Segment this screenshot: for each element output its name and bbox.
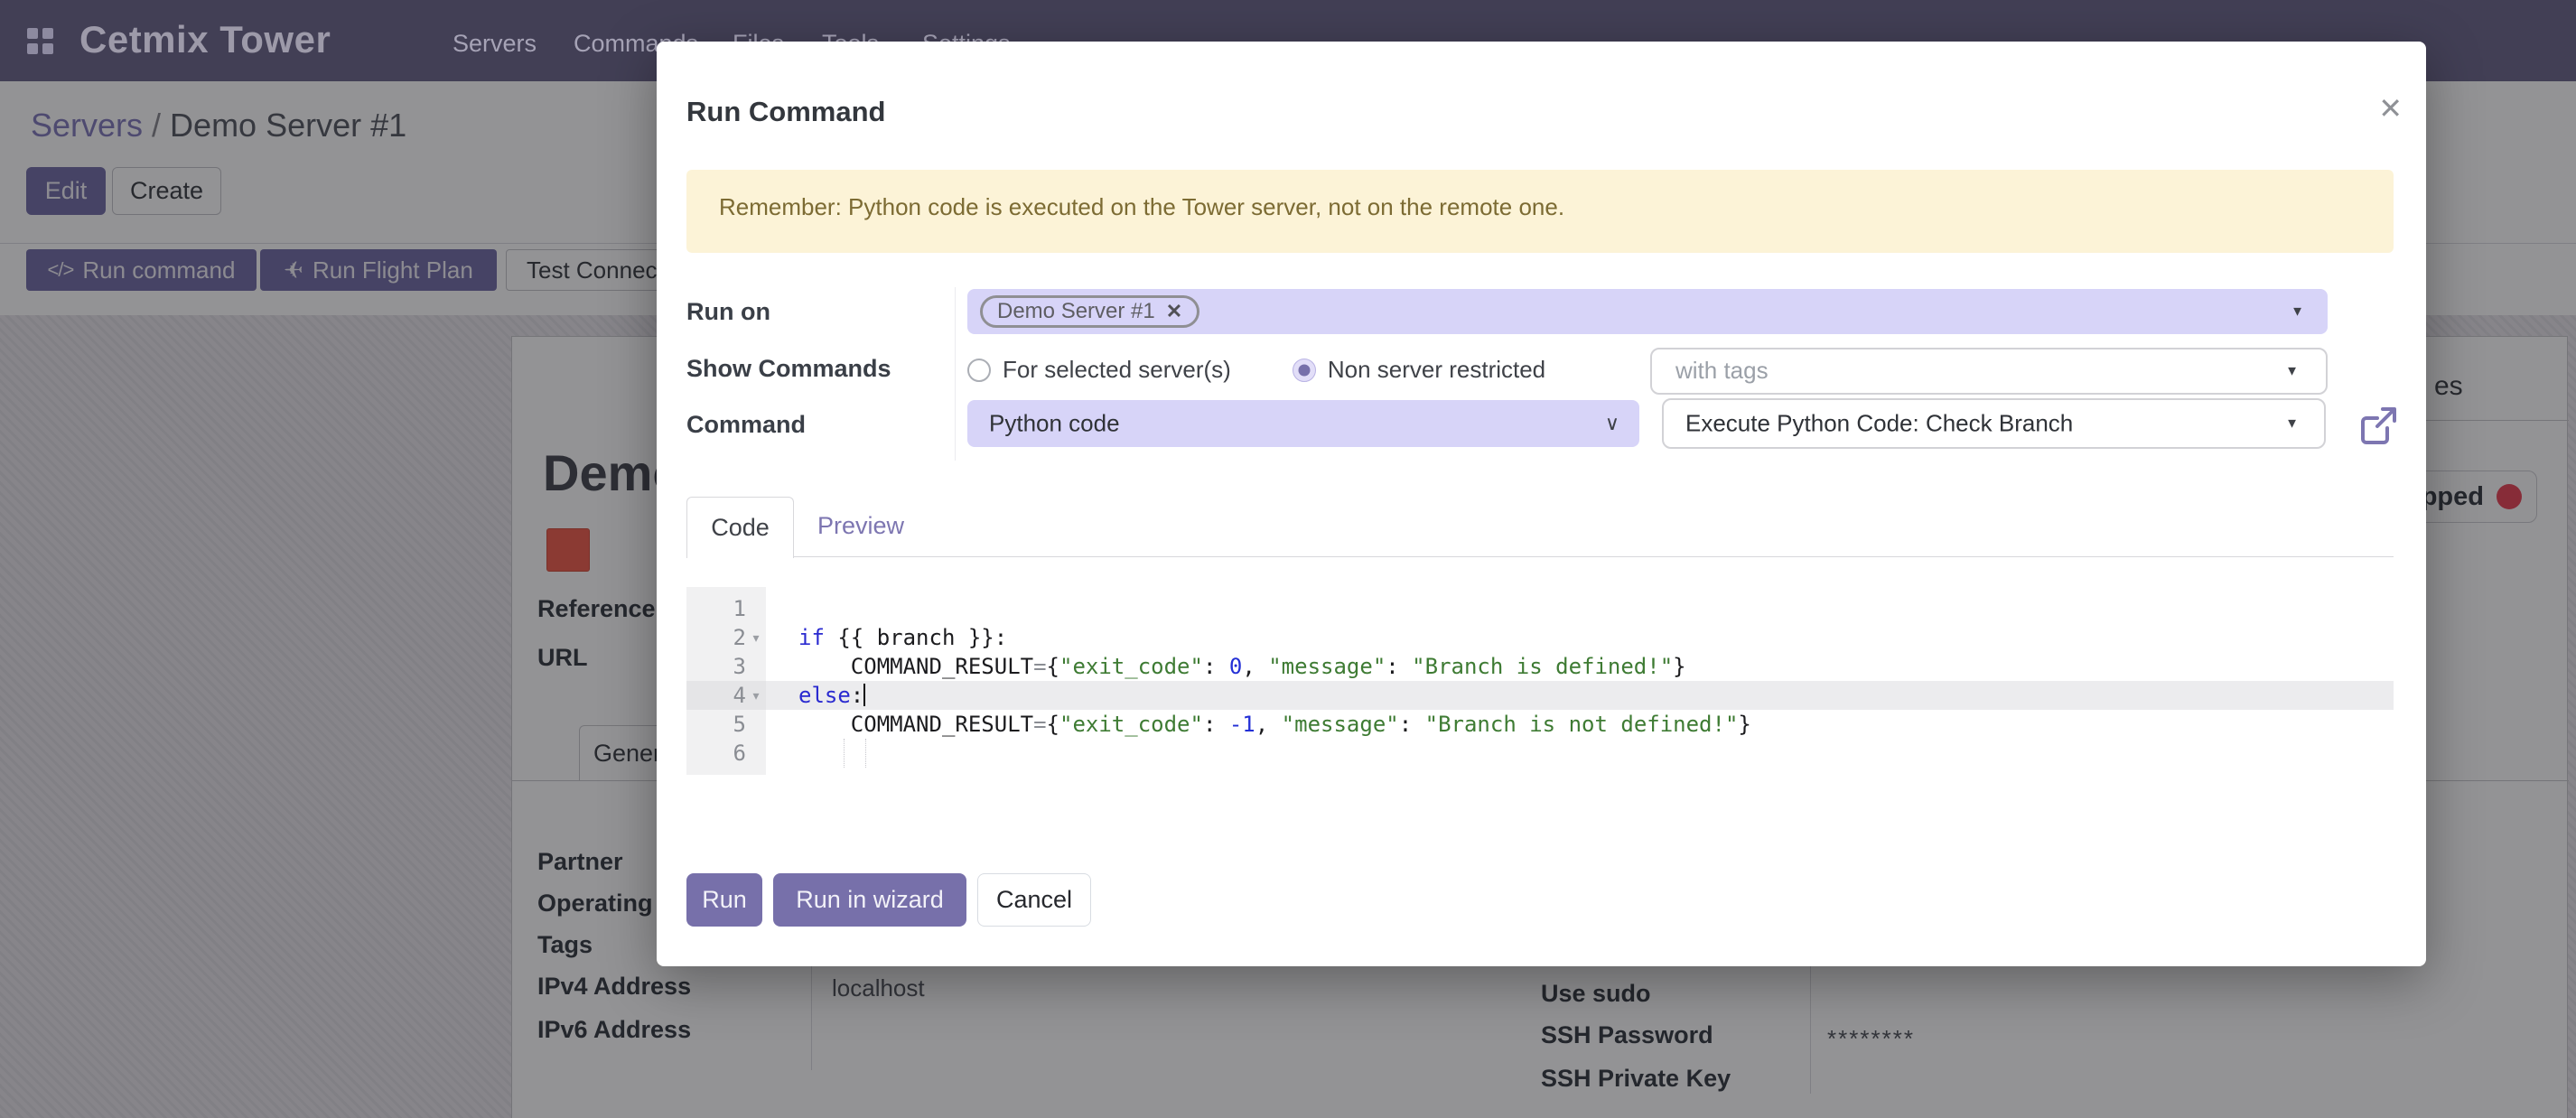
run-on-label: Run on [686,298,770,326]
radio-non-server-restricted-label[interactable]: Non server restricted [1328,356,1545,384]
close-icon[interactable]: ✕ [2378,94,2403,123]
editor-line-5: 5 COMMAND_RESULT={"exit_code": -1, "mess… [686,710,2394,739]
show-commands-label: Show Commands [686,355,891,383]
python-warning-banner: Remember: Python code is executed on the… [686,170,2394,253]
editor-line-4: 4▾else: [686,681,2394,710]
modal-title: Run Command [686,96,885,128]
run-button[interactable]: Run [686,873,762,927]
form-column-separator [955,287,956,461]
code-editor-lines: 12▾if {{ branch }}:3 COMMAND_RESULT={"ex… [686,594,2394,768]
server-tag[interactable]: Demo Server #1 ✕ [980,295,1199,328]
chevron-down-icon: ∨ [1605,412,1619,435]
command-type-select[interactable]: Python code ∨ [967,400,1639,447]
command-label: Command [686,411,806,439]
screen: Cetmix Tower Servers Commands Files Tool… [0,0,2576,1118]
command-type-value: Python code [989,410,1120,438]
run-on-field[interactable]: Demo Server #1 ✕ ▼ [967,289,2328,334]
radio-for-selected-servers[interactable] [967,359,991,382]
show-commands-radios: For selected server(s) Non server restri… [967,356,1545,384]
editor-line-6: 6 [686,739,2394,768]
with-tags-input[interactable] [1674,356,2255,386]
fold-marker-icon[interactable]: ▾ [746,688,766,703]
command-value: Execute Python Code: Check Branch [1685,410,2073,438]
external-link-icon[interactable] [2357,405,2399,446]
dropdown-caret-icon: ▼ [2285,364,2299,379]
radio-for-selected-servers-label[interactable]: For selected server(s) [1003,356,1231,384]
with-tags-select[interactable]: ▼ [1650,348,2328,395]
editor-line-3: 3 COMMAND_RESULT={"exit_code": 0, "messa… [686,652,2394,681]
tab-code[interactable]: Code [686,497,794,558]
editor-line-2: 2▾if {{ branch }}: [686,623,2394,652]
radio-non-server-restricted[interactable] [1293,359,1316,382]
apps-menu-icon[interactable] [27,28,53,54]
editor-line-1: 1 [686,594,2394,623]
tab-border [686,556,2394,557]
server-tag-label: Demo Server #1 [997,299,1155,324]
dropdown-caret-icon: ▼ [2285,416,2299,432]
code-editor[interactable]: 12▾if {{ branch }}:3 COMMAND_RESULT={"ex… [686,587,2394,775]
fold-marker-icon[interactable]: ▾ [746,630,766,646]
run-in-wizard-button[interactable]: Run in wizard [773,873,966,927]
dropdown-caret-icon: ▼ [2291,304,2304,320]
nav-item-servers[interactable]: Servers [453,30,537,58]
run-command-modal: Run Command ✕ Remember: Python code is e… [657,42,2426,966]
command-select[interactable]: Execute Python Code: Check Branch ▼ [1662,398,2326,449]
tab-preview[interactable]: Preview [817,512,904,540]
cancel-button[interactable]: Cancel [977,873,1091,927]
indent-guide [844,739,845,768]
remove-tag-icon[interactable]: ✕ [1166,300,1182,323]
text-cursor [863,684,865,706]
brand[interactable]: Cetmix Tower [79,18,331,61]
indent-guide [865,739,866,768]
